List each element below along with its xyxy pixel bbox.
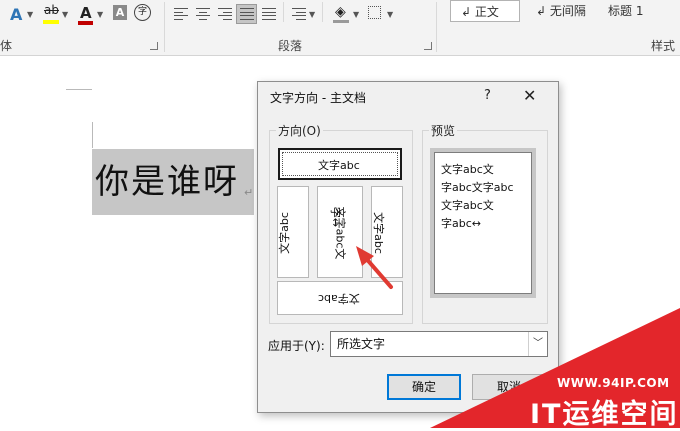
paragraph-dialog-launcher-icon[interactable]	[424, 42, 432, 50]
help-button[interactable]: ?	[484, 88, 491, 103]
highlight-icon[interactable]: ab	[44, 3, 59, 17]
group-separator	[164, 2, 165, 52]
line-spacing-icon[interactable]	[292, 8, 306, 20]
watermark-url: WWW.94IP.COM	[557, 376, 670, 390]
close-button[interactable]: ✕	[523, 86, 536, 105]
preview-page: 文字abc文 字abc文字abc 文字abc文 字abc↔	[434, 152, 532, 294]
chevron-down-icon[interactable]: ▼	[353, 10, 359, 19]
option-text: 字↔	[329, 206, 343, 228]
font-color-icon[interactable]: A	[80, 4, 92, 22]
apply-to-value: 所选文字	[337, 337, 386, 351]
char-shading-icon[interactable]: A	[113, 5, 127, 20]
chevron-down-icon[interactable]: ﹀	[528, 332, 547, 356]
chevron-down-icon[interactable]: ▼	[62, 10, 68, 19]
ribbon: A ▼ ab ▼ A ▼ A 字 体 ▼ ◈ ▼ ▼ 段落 ↲ 正文 ↲ 无间隔…	[0, 0, 680, 56]
direction-label: 方向(O)	[276, 122, 323, 139]
selected-text[interactable]: 你是谁呀	[92, 149, 254, 215]
font-dialog-launcher-icon[interactable]	[150, 42, 158, 50]
borders-icon[interactable]	[368, 6, 381, 19]
font-group-label: 体	[0, 39, 13, 53]
styles-group-label: 样式	[651, 39, 676, 53]
option-text: 文字abc	[277, 212, 291, 254]
apply-to-label: 应用于(Y):	[268, 339, 325, 353]
ok-button[interactable]: 确定	[387, 374, 461, 400]
direction-horizontal-option[interactable]: 文字abc	[278, 148, 402, 180]
highlight-color-swatch	[43, 20, 59, 24]
text-effects-icon[interactable]: A	[10, 5, 22, 24]
text-direction-dialog: 文字方向 - 主文档 ? ✕ 方向(O) 文字abc 文字abc 文字abc文 …	[257, 81, 559, 413]
distributed-align-icon[interactable]	[262, 8, 276, 20]
style-heading-1[interactable]: 标题 1	[598, 0, 678, 22]
paragraph-mark: ↵	[244, 186, 254, 199]
preview-line: 字abc文字abc	[441, 181, 514, 194]
dialog-title: 文字方向 - 主文档	[270, 91, 366, 105]
enclose-char-icon[interactable]: 字	[134, 4, 151, 21]
justify-icon	[240, 8, 254, 20]
option-text: 文字abc	[371, 212, 385, 254]
direction-vertical-right-option[interactable]: 文字abc	[371, 186, 403, 278]
icon-separator	[283, 2, 284, 22]
chevron-down-icon[interactable]: ▼	[309, 10, 315, 19]
preview-line: 字abc↔	[441, 217, 481, 230]
style-normal[interactable]: ↲ 正文	[450, 0, 520, 22]
preview-line: 文字abc文	[441, 199, 494, 212]
icon-separator	[322, 2, 323, 22]
watermark-logo-text: IT运维空间	[530, 399, 679, 430]
shading-swatch	[333, 20, 349, 23]
apply-to-select[interactable]: 所选文字 ﹀	[330, 331, 548, 357]
chevron-down-icon[interactable]: ▼	[97, 10, 103, 19]
paragraph-group-label: 段落	[278, 39, 303, 53]
shading-bucket-icon[interactable]: ◈	[335, 4, 346, 20]
font-color-swatch	[78, 21, 93, 25]
chevron-down-icon[interactable]: ▼	[387, 10, 393, 19]
align-left-icon[interactable]	[174, 8, 188, 20]
option-text: 文字abc	[318, 292, 360, 305]
direction-vertical-stacked-option[interactable]: 文字abc文 字↔	[317, 186, 363, 278]
chevron-down-icon[interactable]: ▼	[27, 10, 33, 19]
preview-label: 预览	[429, 122, 458, 139]
justify-button[interactable]	[236, 4, 257, 24]
align-right-icon[interactable]	[218, 8, 232, 20]
direction-vertical-left-option[interactable]: 文字abc	[277, 186, 309, 278]
direction-rotated-option[interactable]: 文字abc	[277, 281, 403, 315]
option-text: 文字abc	[318, 159, 360, 172]
align-center-icon[interactable]	[196, 8, 210, 20]
margin-corner-mark	[66, 89, 92, 90]
preview-line: 文字abc文	[441, 163, 494, 176]
margin-corner-mark	[92, 122, 93, 148]
group-separator	[436, 2, 437, 52]
